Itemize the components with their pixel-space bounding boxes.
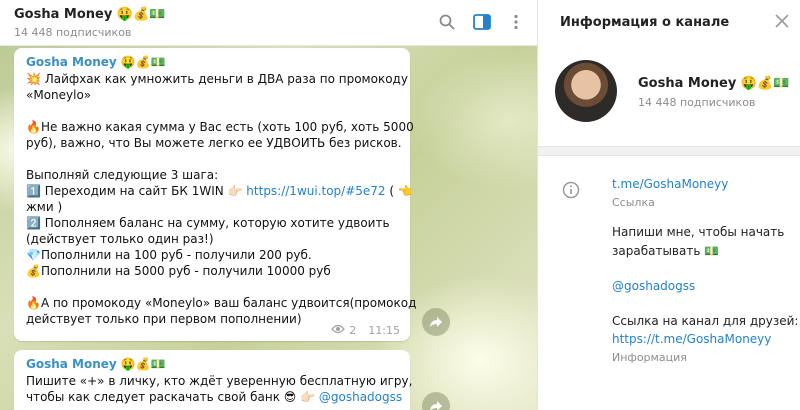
message-line: «Moneylo» [26, 88, 92, 102]
channel-subscribers: 14 448 подписчиков [638, 96, 756, 109]
handle-link[interactable]: @goshadogss [319, 390, 402, 404]
view-count: 2 [349, 324, 357, 337]
message-line: руб), важно, что Вы можете легко ее УДВО… [26, 136, 402, 150]
chat-area: Gosha Money 🤑💰💵 14 448 подписчиков Gosha… [0, 0, 537, 410]
eye-icon [331, 324, 346, 337]
message-line: 💰Пополнили на 5000 руб - получили 10000 … [26, 264, 331, 278]
promo-link[interactable]: https://1wui.top/#5e72 [246, 184, 385, 198]
description-handle-link[interactable]: @goshadogss [612, 279, 695, 293]
message-line: 1️⃣ Переходим на сайт БК 1WIN 👉🏻 https:/… [26, 183, 413, 199]
message-line: 🔥А по промокоду «Moneylo» ваш баланс удв… [26, 296, 417, 310]
message-author[interactable]: Gosha Money 🤑💰💵 [26, 356, 398, 373]
share-icon[interactable] [422, 392, 450, 410]
message-author[interactable]: Gosha Money 🤑💰💵 [26, 54, 398, 71]
step1-text: 1️⃣ Переходим на сайт БК 1WIN 👉🏻 [26, 184, 247, 198]
message-line: 2️⃣ Пополняем баланс на сумму, которую х… [26, 216, 390, 230]
friends-link[interactable]: https://t.me/GoshaMoneyy [612, 332, 771, 346]
message-line: 💥 Лайфхак как умножить деньги в ДВА раза… [26, 72, 408, 86]
message-time: 11:15 [368, 324, 400, 337]
message-line: Пишите «+» в личку, кто ждёт уверенную б… [26, 374, 413, 388]
section-divider [538, 146, 800, 156]
more-vertical-icon[interactable] [506, 12, 526, 32]
sidebar-toggle-icon[interactable] [472, 12, 492, 32]
friends-link-text: Ссылка на канал для друзей: [612, 314, 799, 328]
info-icon [562, 181, 580, 199]
message-meta: 2 11:15 [331, 324, 400, 337]
message-line: жми ) [26, 200, 63, 214]
message-bubble[interactable]: Gosha Money 🤑💰💵 💥 Лайфхак как умножить д… [14, 48, 417, 341]
info-label: Информация [612, 351, 687, 364]
message-line: (действует только один раз!) [26, 232, 214, 246]
step1-suffix: ( 👈 [385, 184, 413, 198]
share-icon[interactable] [422, 308, 450, 336]
message-line: Выполняй следующие 3 шага: [26, 168, 219, 182]
channel-info-panel: Информация о канале Gosha Money 🤑💰💵 14 4… [537, 0, 800, 410]
close-icon[interactable] [774, 13, 792, 31]
message-text: чтобы как следует раскачать свой банк 😎 … [26, 390, 319, 404]
chat-subscribers: 14 448 подписчиков [14, 26, 132, 39]
channel-name: Gosha Money 🤑💰💵 [638, 76, 790, 91]
channel-link-label: Ссылка [612, 196, 655, 209]
channel-description: зарабатывать 💵 [612, 244, 720, 258]
panel-header: Информация о канале [538, 0, 800, 46]
message-line: 🔥Не важно какая сумма у Вас есть (хоть 1… [26, 120, 414, 134]
message-line: 💎Пополнили на 100 руб - получили 200 руб… [26, 248, 312, 262]
avatar[interactable] [555, 60, 617, 122]
panel-title: Информация о канале [560, 15, 730, 30]
channel-link[interactable]: t.me/GoshaMoneyy [612, 177, 728, 191]
chat-title[interactable]: Gosha Money 🤑💰💵 [14, 7, 165, 22]
message-bubble[interactable]: Gosha Money 🤑💰💵 Пишите «+» в личку, кто … [14, 350, 413, 410]
chat-header[interactable]: Gosha Money 🤑💰💵 14 448 подписчиков [0, 0, 537, 46]
message-line: чтобы как следует раскачать свой банк 😎 … [26, 389, 402, 405]
search-icon[interactable] [437, 12, 457, 32]
channel-description: Напиши мне, чтобы начать [612, 225, 785, 239]
